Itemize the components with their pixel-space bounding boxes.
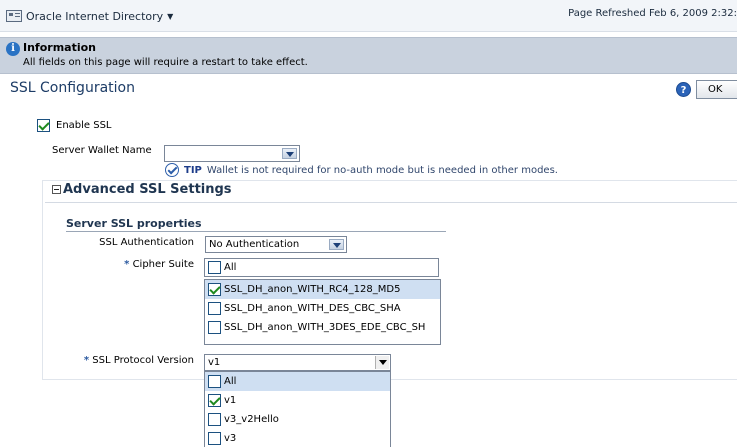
ssl-authentication-value: No Authentication bbox=[209, 239, 300, 250]
directory-icon bbox=[6, 10, 22, 22]
ssl-protocol-version-value: v1 bbox=[208, 357, 221, 368]
protocol-label: All bbox=[224, 376, 237, 387]
chevron-down-icon[interactable] bbox=[329, 239, 344, 250]
cipher-suite-text: Cipher Suite bbox=[132, 259, 194, 270]
ssl-protocol-version-text: SSL Protocol Version bbox=[92, 355, 194, 366]
advanced-settings-title: Advanced SSL Settings bbox=[63, 182, 232, 197]
tip-text: Wallet is not required for no-auth mode … bbox=[206, 164, 558, 176]
divider bbox=[45, 202, 737, 203]
chevron-down-icon: ▼ bbox=[167, 11, 174, 21]
cipher-suite-list[interactable]: SSL_DH_anon_WITH_RC4_128_MD5 SSL_DH_anon… bbox=[204, 279, 441, 345]
list-item[interactable]: v3_v2Hello bbox=[205, 410, 390, 429]
information-title: Information bbox=[23, 41, 96, 54]
required-marker: * bbox=[83, 355, 90, 366]
list-item[interactable]: SSL_DH_anon_WITH_3DES_EDE_CBC_SH bbox=[205, 318, 440, 337]
cipher-checkbox[interactable] bbox=[208, 321, 221, 334]
protocol-label: v1 bbox=[224, 395, 237, 406]
cipher-all-label: All bbox=[224, 262, 237, 273]
cipher-all-row[interactable]: All bbox=[204, 258, 439, 277]
page-title: SSL Configuration bbox=[10, 80, 135, 96]
ssl-protocol-version-select[interactable]: v1 bbox=[204, 354, 391, 371]
cipher-all-checkbox[interactable] bbox=[208, 261, 221, 274]
server-wallet-select[interactable] bbox=[164, 145, 300, 162]
help-icon[interactable]: ? bbox=[676, 82, 691, 97]
chevron-down-icon[interactable] bbox=[282, 148, 297, 159]
protocol-checkbox[interactable] bbox=[208, 413, 221, 426]
cipher-label: SSL_DH_anon_WITH_3DES_EDE_CBC_SH bbox=[224, 322, 426, 333]
cipher-checkbox[interactable] bbox=[208, 283, 221, 296]
ssl-protocol-version-label: * SSL Protocol Version bbox=[84, 355, 194, 366]
required-marker: * bbox=[124, 259, 130, 270]
information-banner: i Information All fields on this page wi… bbox=[0, 37, 737, 74]
protocol-label: v3_v2Hello bbox=[224, 414, 279, 425]
divider bbox=[66, 231, 446, 232]
page-refreshed-text: Page Refreshed Feb 6, 2009 2:32: bbox=[568, 8, 737, 19]
enable-ssl-checkbox[interactable] bbox=[37, 119, 50, 132]
list-item[interactable]: v3 bbox=[205, 429, 390, 448]
protocol-label: v3 bbox=[224, 433, 237, 444]
app-name: Oracle Internet Directory bbox=[26, 9, 164, 23]
server-ssl-properties-title: Server SSL properties bbox=[66, 217, 202, 230]
cipher-label: SSL_DH_anon_WITH_DES_CBC_SHA bbox=[224, 303, 401, 314]
ssl-protocol-dropdown-list[interactable]: All v1 v3_v2Hello v3 bbox=[204, 371, 391, 447]
enable-ssl-label: Enable SSL bbox=[56, 120, 112, 131]
cipher-suite-label: * Cipher Suite bbox=[124, 259, 194, 270]
tip-label: TIP bbox=[184, 164, 202, 176]
ok-button[interactable]: OK bbox=[696, 80, 737, 99]
advanced-settings-header[interactable]: Advanced SSL Settings bbox=[52, 182, 232, 197]
enable-ssl-row: Enable SSL bbox=[37, 119, 112, 132]
list-item[interactable]: All bbox=[205, 372, 390, 391]
protocol-checkbox[interactable] bbox=[208, 432, 221, 445]
protocol-checkbox[interactable] bbox=[208, 394, 221, 407]
protocol-checkbox[interactable] bbox=[208, 375, 221, 388]
list-item[interactable]: v1 bbox=[205, 391, 390, 410]
list-item[interactable]: SSL_DH_anon_WITH_DES_CBC_SHA bbox=[205, 299, 440, 318]
server-wallet-label: Server Wallet Name bbox=[52, 145, 152, 156]
tip-check-icon bbox=[165, 163, 179, 177]
cipher-checkbox[interactable] bbox=[208, 302, 221, 315]
collapse-icon[interactable] bbox=[52, 185, 61, 194]
ssl-authentication-label: SSL Authentication bbox=[99, 237, 194, 248]
wallet-tip: TIP Wallet is not required for no-auth m… bbox=[165, 163, 558, 177]
list-item[interactable]: SSL_DH_anon_WITH_RC4_128_MD5 bbox=[205, 280, 440, 299]
info-icon: i bbox=[6, 42, 20, 56]
chevron-down-icon[interactable] bbox=[375, 356, 389, 369]
ssl-authentication-select[interactable]: No Authentication bbox=[205, 236, 347, 253]
app-menu[interactable]: Oracle Internet Directory ▼ bbox=[6, 8, 173, 24]
cipher-label: SSL_DH_anon_WITH_RC4_128_MD5 bbox=[224, 284, 401, 295]
information-message: All fields on this page will require a r… bbox=[23, 57, 308, 68]
